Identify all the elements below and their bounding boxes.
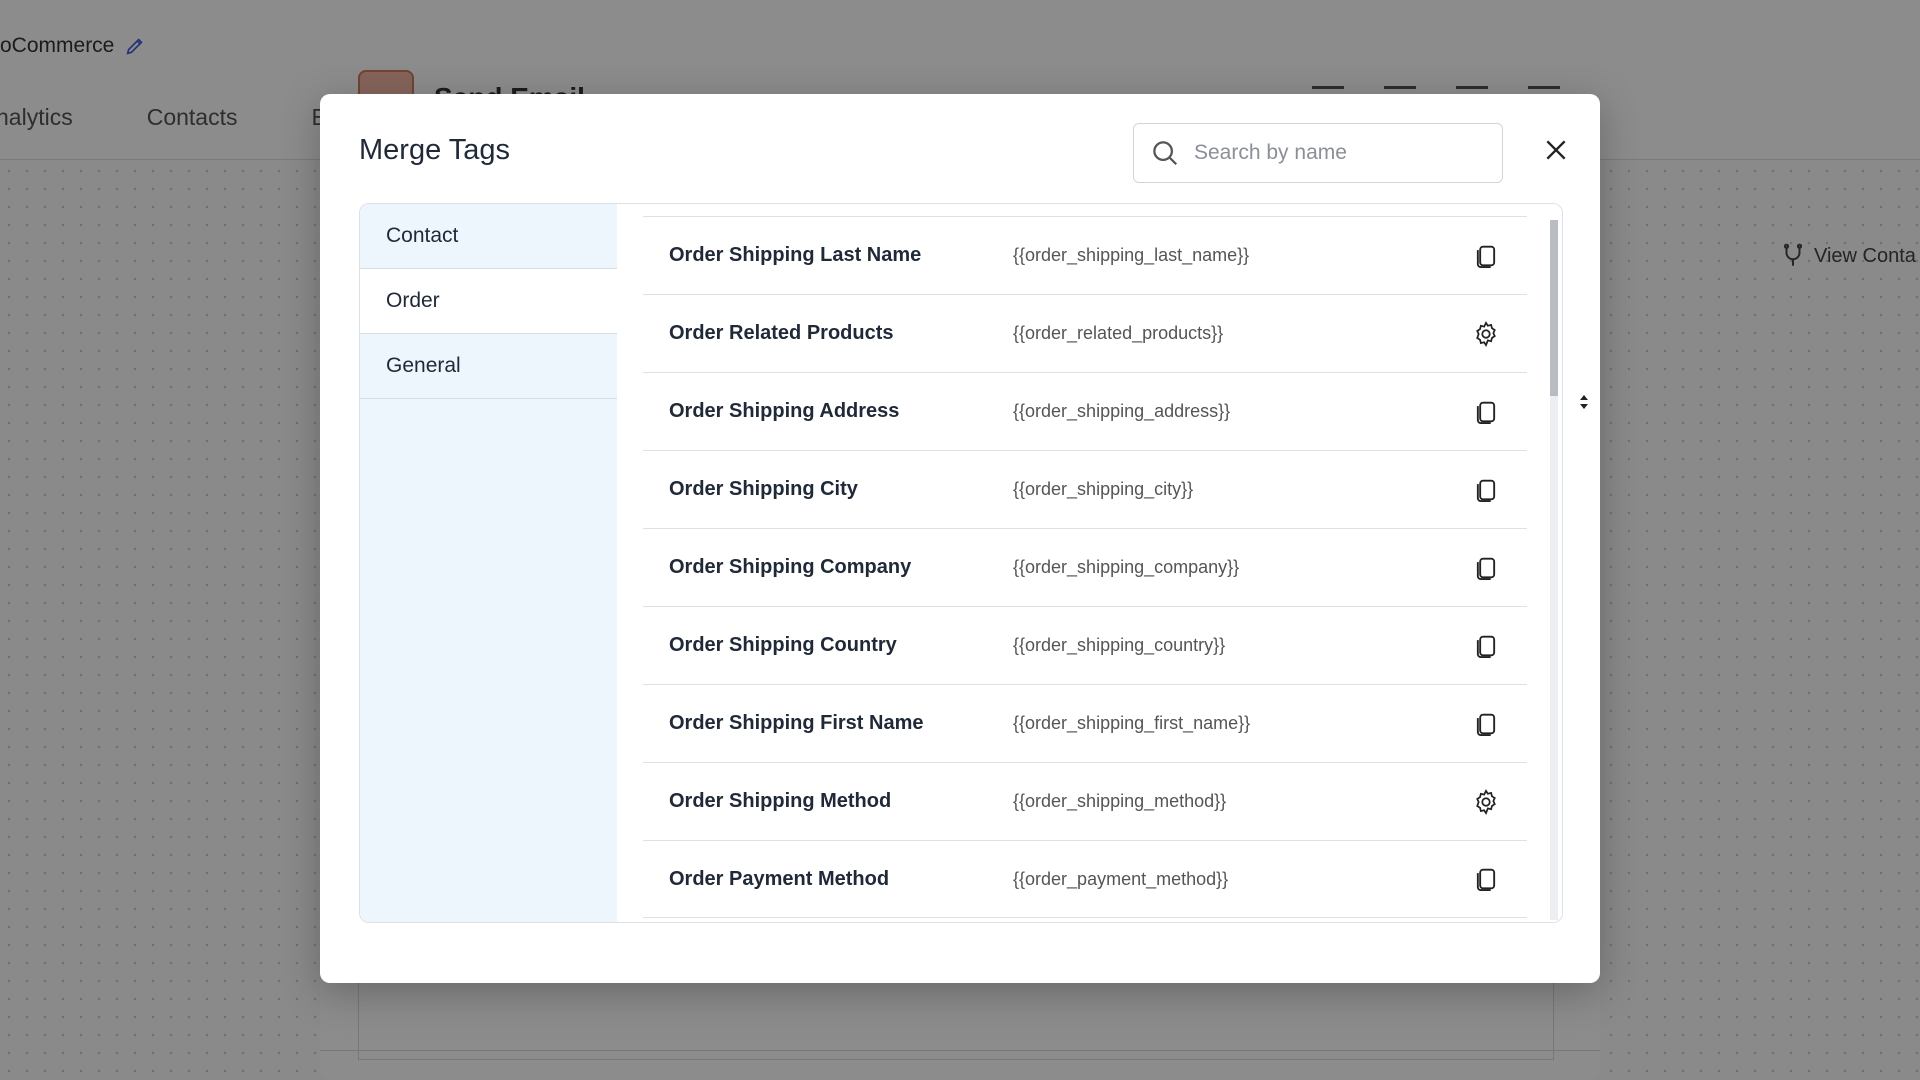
resize-handle[interactable] — [1578, 392, 1590, 412]
modal-title: Merge Tags — [359, 134, 510, 166]
search-box[interactable] — [1133, 123, 1503, 183]
sort-arrows-icon — [1580, 395, 1588, 409]
scrollbar-thumb[interactable] — [1550, 220, 1558, 396]
merge-tag-rows: Order Shipping Last Name {{order_shippin… — [643, 216, 1527, 918]
category-sidebar: Contact Order General — [360, 204, 617, 922]
copy-icon — [1476, 868, 1496, 892]
gear-icon — [1476, 788, 1496, 815]
merge-tag-label: Order Shipping Method — [669, 790, 892, 812]
merge-tag-row[interactable]: Order Shipping Method {{order_shipping_m… — [643, 762, 1527, 840]
category-item-contact[interactable]: Contact — [360, 204, 617, 269]
merge-tag-label: Order Shipping City — [669, 478, 858, 500]
merge-tag-code: {{order_shipping_country}} — [1013, 635, 1226, 655]
merge-tag-code: {{order_shipping_first_name}} — [1013, 713, 1251, 733]
close-button[interactable] — [1536, 130, 1576, 170]
copy-button[interactable] — [1468, 472, 1504, 508]
merge-tag-code: {{order_related_products}} — [1013, 323, 1224, 343]
list-scrollbar[interactable] — [1550, 220, 1558, 920]
merge-tag-code: {{order_shipping_city}} — [1013, 479, 1194, 499]
search-input[interactable] — [1194, 141, 1484, 165]
merge-tag-row[interactable]: Order Shipping Country {{order_shipping_… — [643, 606, 1527, 684]
copy-button[interactable] — [1468, 238, 1504, 274]
merge-tag-code: {{order_shipping_method}} — [1013, 791, 1227, 811]
copy-icon — [1476, 635, 1496, 658]
copy-button[interactable] — [1468, 394, 1504, 430]
merge-tag-code: {{order_payment_method}} — [1013, 868, 1229, 889]
copy-icon — [1476, 713, 1496, 736]
merge-tag-label: Order Shipping Country — [669, 634, 897, 656]
category-label: Order — [386, 289, 440, 312]
copy-icon — [1476, 557, 1496, 580]
merge-tag-label: Order Shipping Company — [669, 556, 912, 578]
merge-tag-label: Order Shipping Last Name — [669, 244, 922, 266]
merge-tag-row[interactable]: Order Shipping Last Name {{order_shippin… — [643, 216, 1527, 294]
merge-tag-row[interactable]: Order Payment Method {{order_payment_met… — [643, 840, 1527, 918]
copy-icon — [1476, 479, 1496, 502]
category-item-order[interactable]: Order — [360, 269, 617, 334]
merge-tag-list: Order Shipping Last Name {{order_shippin… — [617, 204, 1562, 922]
merge-tag-row[interactable]: Order Shipping Company {{order_shipping_… — [643, 528, 1527, 606]
merge-tags-body: Contact Order General Order Shipping Las… — [359, 203, 1563, 923]
merge-tag-code: {{order_shipping_last_name}} — [1013, 245, 1250, 265]
merge-tag-code: {{order_shipping_address}} — [1013, 401, 1231, 421]
merge-tag-row[interactable]: Order Shipping Address {{order_shipping_… — [643, 372, 1527, 450]
close-icon — [1546, 140, 1566, 160]
merge-tag-code: {{order_shipping_company}} — [1013, 557, 1240, 577]
merge-tag-label: Order Shipping Address — [669, 400, 900, 422]
merge-tag-label: Order Payment Method — [669, 867, 890, 890]
copy-button[interactable] — [1468, 550, 1504, 586]
merge-tags-modal: Merge Tags Contact Order General Order S… — [320, 94, 1600, 983]
merge-tag-row[interactable]: Order Shipping City {{order_shipping_cit… — [643, 450, 1527, 528]
copy-button[interactable] — [1468, 628, 1504, 664]
category-label: General — [386, 354, 461, 377]
merge-tag-label: Order Related Products — [669, 322, 894, 344]
gear-icon — [1476, 320, 1496, 347]
settings-button[interactable] — [1468, 784, 1504, 820]
merge-tag-row[interactable]: Order Shipping First Name {{order_shippi… — [643, 684, 1527, 762]
settings-button[interactable] — [1468, 316, 1504, 352]
category-item-general[interactable]: General — [360, 334, 617, 399]
copy-icon — [1476, 245, 1496, 268]
category-label: Contact — [386, 224, 459, 247]
copy-icon — [1476, 401, 1496, 424]
merge-tag-row[interactable]: Order Related Products {{order_related_p… — [643, 294, 1527, 372]
copy-button[interactable] — [1468, 861, 1504, 897]
merge-tag-label: Order Shipping First Name — [669, 712, 924, 734]
search-icon — [1153, 141, 1178, 166]
copy-button[interactable] — [1468, 706, 1504, 742]
